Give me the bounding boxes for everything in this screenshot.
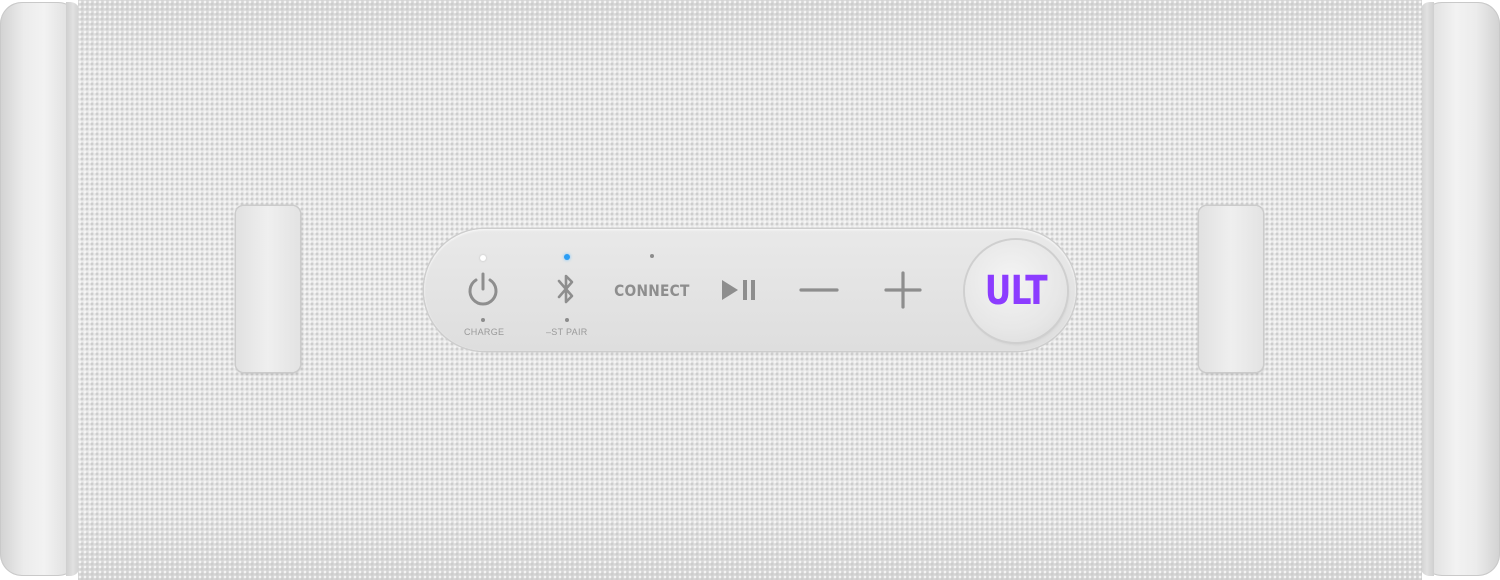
plus-icon [884,271,922,309]
power-button[interactable] [458,266,508,312]
bluetooth-button[interactable] [548,266,584,312]
minus-icon [799,288,839,292]
right-strap-loop [1199,206,1263,372]
power-led [480,255,486,261]
right-end-cap-band [1420,2,1434,576]
pair-indicator-dot [565,318,569,322]
pair-label: –ST PAIR [546,327,588,337]
right-end-cap [1420,2,1500,576]
charge-label: CHARGE [464,327,505,337]
ult-label: ULT [984,268,1048,314]
power-icon [468,272,498,306]
speaker-image: CHARGE –ST PAIR CONNECT ULT [0,0,1500,580]
ult-button[interactable]: ULT [965,240,1067,342]
left-strap-loop [236,206,300,372]
play-pause-icon [722,280,755,300]
bluetooth-led [564,254,570,260]
left-end-cap [0,2,80,576]
charge-indicator-dot [481,318,485,322]
bluetooth-icon [557,274,574,304]
connect-label: CONNECT [614,280,690,300]
volume-up-button[interactable] [880,270,926,310]
connect-indicator-dot [650,254,654,258]
volume-down-button[interactable] [796,274,842,306]
connect-button[interactable]: CONNECT [612,274,692,306]
play-pause-button[interactable] [716,274,764,306]
